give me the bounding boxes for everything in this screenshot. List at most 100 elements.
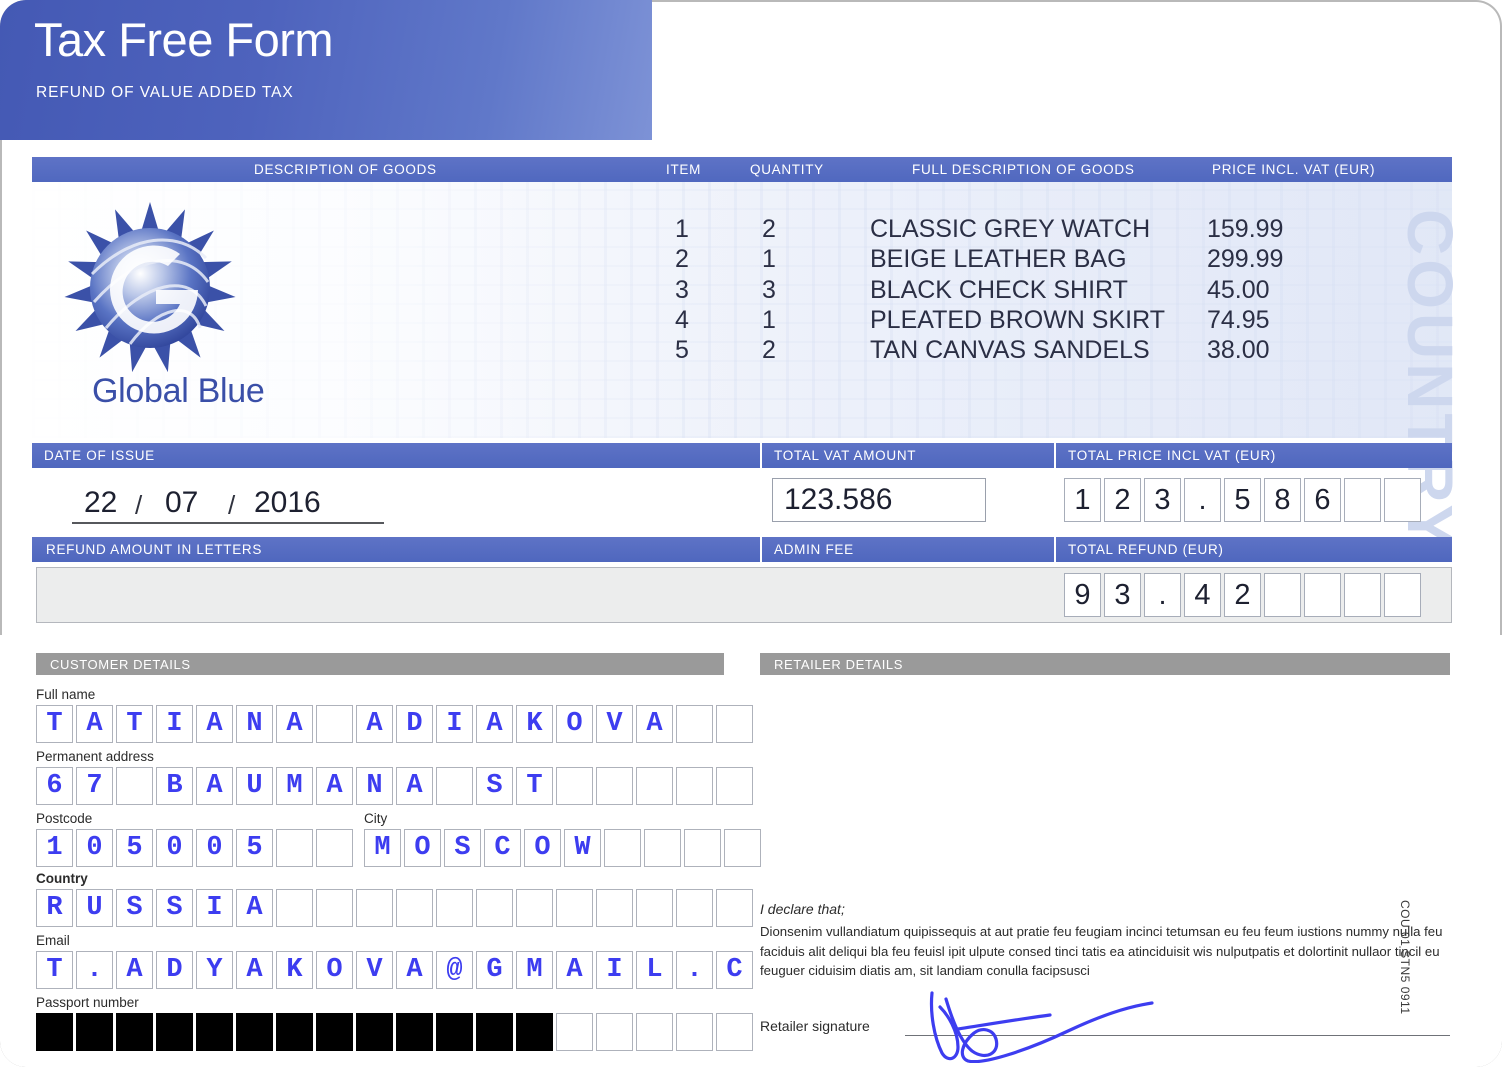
digit-cell[interactable]: 9 <box>1064 573 1101 617</box>
character-cell[interactable] <box>556 767 593 805</box>
digit-cell[interactable]: 3 <box>1144 478 1181 522</box>
character-cell[interactable]: I <box>196 889 233 927</box>
character-cell[interactable] <box>116 1013 153 1051</box>
character-cell[interactable]: I <box>436 705 473 743</box>
digit-cell[interactable]: 6 <box>1304 478 1341 522</box>
character-cell[interactable] <box>676 767 713 805</box>
character-cell[interactable] <box>316 1013 353 1051</box>
digit-cell[interactable] <box>1344 573 1381 617</box>
digit-cell[interactable] <box>1384 478 1421 522</box>
character-cell[interactable]: W <box>564 829 601 867</box>
digit-cell[interactable]: 1 <box>1064 478 1101 522</box>
character-cell[interactable]: I <box>156 705 193 743</box>
character-cell[interactable]: 5 <box>116 829 153 867</box>
character-cell[interactable]: A <box>476 705 513 743</box>
character-cell[interactable] <box>596 889 633 927</box>
character-cell[interactable]: D <box>156 951 193 989</box>
character-cell[interactable]: . <box>676 951 713 989</box>
character-cell[interactable]: A <box>316 767 353 805</box>
character-cell[interactable] <box>196 1013 233 1051</box>
character-cell[interactable] <box>356 889 393 927</box>
character-cell[interactable] <box>436 767 473 805</box>
character-cell[interactable] <box>316 829 353 867</box>
character-cell[interactable] <box>724 829 761 867</box>
total-refund-digit-boxes[interactable]: 93.42 <box>1064 573 1424 617</box>
email-input[interactable]: T. A D Y A K O V A @ G M A I L. C <box>36 951 756 989</box>
character-cell[interactable] <box>36 1013 73 1051</box>
character-cell[interactable] <box>476 889 513 927</box>
character-cell[interactable]: A <box>396 951 433 989</box>
character-cell[interactable]: D <box>396 705 433 743</box>
country-input[interactable]: RUSSIA <box>36 889 756 927</box>
character-cell[interactable]: T <box>36 951 73 989</box>
digit-cell[interactable]: 2 <box>1224 573 1261 617</box>
character-cell[interactable] <box>676 1013 713 1051</box>
digit-cell[interactable]: 3 <box>1104 573 1141 617</box>
character-cell[interactable] <box>716 705 753 743</box>
character-cell[interactable]: M <box>364 829 401 867</box>
character-cell[interactable] <box>436 889 473 927</box>
character-cell[interactable] <box>436 1013 473 1051</box>
digit-cell[interactable]: 5 <box>1224 478 1261 522</box>
character-cell[interactable]: N <box>356 767 393 805</box>
character-cell[interactable] <box>716 767 753 805</box>
character-cell[interactable]: A <box>76 705 113 743</box>
character-cell[interactable]: 5 <box>236 829 273 867</box>
character-cell[interactable] <box>644 829 681 867</box>
character-cell[interactable] <box>516 889 553 927</box>
city-input[interactable]: MOSCOW <box>364 829 764 867</box>
digit-cell[interactable]: 2 <box>1104 478 1141 522</box>
character-cell[interactable]: . <box>76 951 113 989</box>
character-cell[interactable] <box>356 1013 393 1051</box>
character-cell[interactable] <box>276 889 313 927</box>
character-cell[interactable] <box>396 889 433 927</box>
character-cell[interactable]: O <box>556 705 593 743</box>
character-cell[interactable]: V <box>356 951 393 989</box>
character-cell[interactable] <box>716 1013 753 1051</box>
character-cell[interactable] <box>556 1013 593 1051</box>
character-cell[interactable]: K <box>276 951 313 989</box>
digit-cell[interactable]: . <box>1184 478 1221 522</box>
character-cell[interactable] <box>676 889 713 927</box>
digit-cell[interactable] <box>1304 573 1341 617</box>
character-cell[interactable]: 1 <box>36 829 73 867</box>
character-cell[interactable] <box>676 705 713 743</box>
character-cell[interactable] <box>396 1013 433 1051</box>
character-cell[interactable] <box>604 829 641 867</box>
character-cell[interactable]: V <box>596 705 633 743</box>
character-cell[interactable]: N <box>236 705 273 743</box>
character-cell[interactable]: U <box>76 889 113 927</box>
character-cell[interactable]: G <box>476 951 513 989</box>
character-cell[interactable] <box>716 889 753 927</box>
character-cell[interactable]: K <box>516 705 553 743</box>
character-cell[interactable]: O <box>316 951 353 989</box>
character-cell[interactable] <box>316 889 353 927</box>
character-cell[interactable] <box>556 889 593 927</box>
character-cell[interactable]: O <box>404 829 441 867</box>
character-cell[interactable]: T <box>36 705 73 743</box>
character-cell[interactable]: M <box>516 951 553 989</box>
character-cell[interactable]: A <box>556 951 593 989</box>
character-cell[interactable]: S <box>444 829 481 867</box>
character-cell[interactable] <box>684 829 721 867</box>
total-price-digit-boxes[interactable]: 123.586 <box>1064 478 1424 522</box>
character-cell[interactable]: T <box>516 767 553 805</box>
character-cell[interactable]: 6 <box>36 767 73 805</box>
character-cell[interactable]: A <box>276 705 313 743</box>
character-cell[interactable]: 7 <box>76 767 113 805</box>
digit-cell[interactable] <box>1344 478 1381 522</box>
postcode-input[interactable]: 105005 <box>36 829 356 867</box>
character-cell[interactable]: S <box>476 767 513 805</box>
digit-cell[interactable] <box>1384 573 1421 617</box>
character-cell[interactable]: A <box>236 951 273 989</box>
character-cell[interactable]: @ <box>436 951 473 989</box>
passport-input[interactable] <box>36 1013 756 1051</box>
character-cell[interactable]: 0 <box>196 829 233 867</box>
character-cell[interactable]: B <box>156 767 193 805</box>
character-cell[interactable] <box>276 1013 313 1051</box>
character-cell[interactable]: S <box>116 889 153 927</box>
character-cell[interactable]: A <box>356 705 393 743</box>
character-cell[interactable]: L <box>636 951 673 989</box>
digit-cell[interactable]: 4 <box>1184 573 1221 617</box>
character-cell[interactable]: A <box>236 889 273 927</box>
